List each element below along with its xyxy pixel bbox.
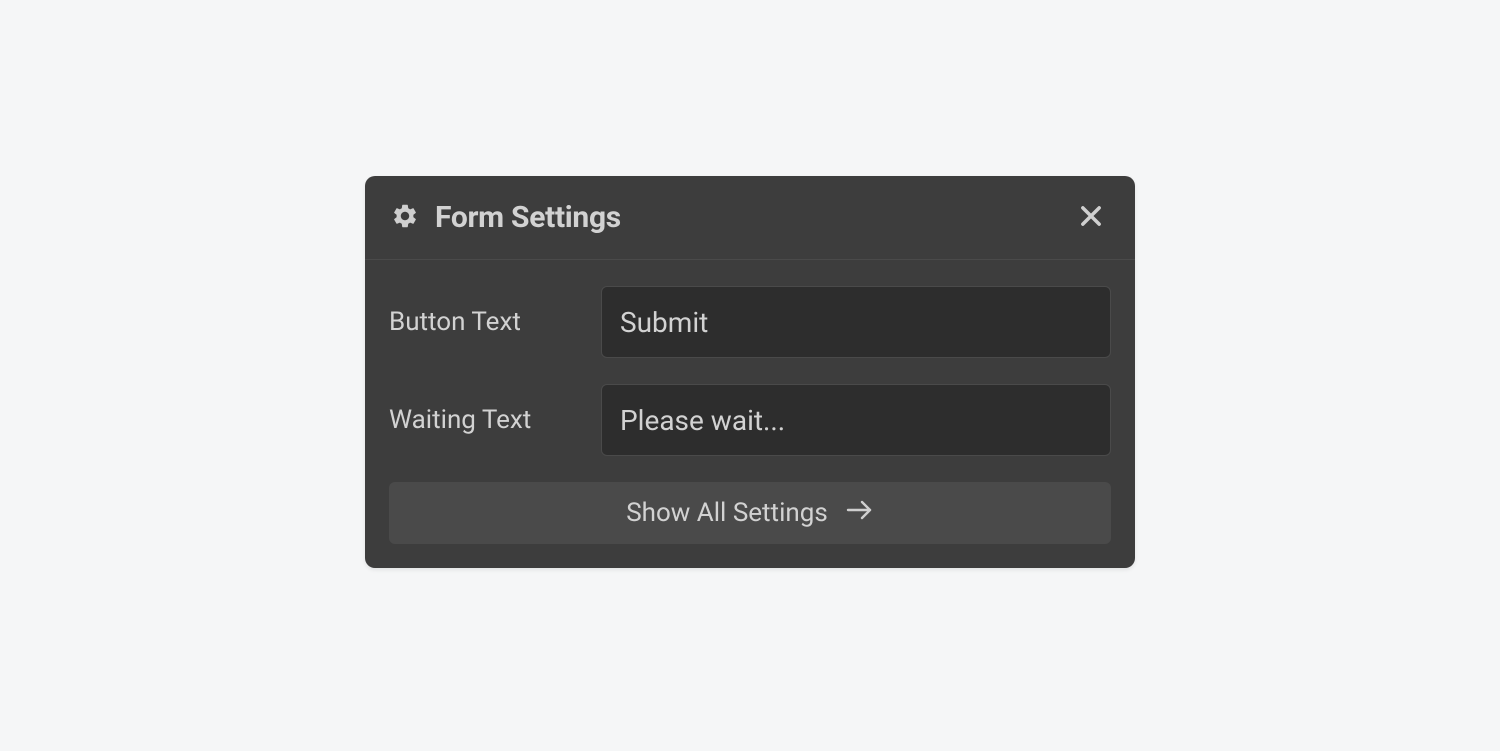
form-settings-panel: Form Settings Button Text Waiting Text S… xyxy=(365,176,1135,568)
waiting-text-label: Waiting Text xyxy=(389,405,581,435)
waiting-text-row: Waiting Text xyxy=(389,384,1111,456)
button-text-label: Button Text xyxy=(389,307,581,337)
show-all-settings-label: Show All Settings xyxy=(626,498,828,528)
gear-icon xyxy=(391,202,419,234)
button-text-row: Button Text xyxy=(389,286,1111,358)
show-all-settings-button[interactable]: Show All Settings xyxy=(389,482,1111,544)
button-text-input[interactable] xyxy=(601,286,1111,358)
close-icon xyxy=(1077,202,1105,233)
close-button[interactable] xyxy=(1073,198,1109,237)
arrow-right-icon xyxy=(846,498,874,528)
panel-title: Form Settings xyxy=(435,200,621,235)
panel-header: Form Settings xyxy=(365,176,1135,260)
waiting-text-input[interactable] xyxy=(601,384,1111,456)
panel-title-wrap: Form Settings xyxy=(391,200,621,235)
panel-body: Button Text Waiting Text Show All Settin… xyxy=(365,260,1135,568)
